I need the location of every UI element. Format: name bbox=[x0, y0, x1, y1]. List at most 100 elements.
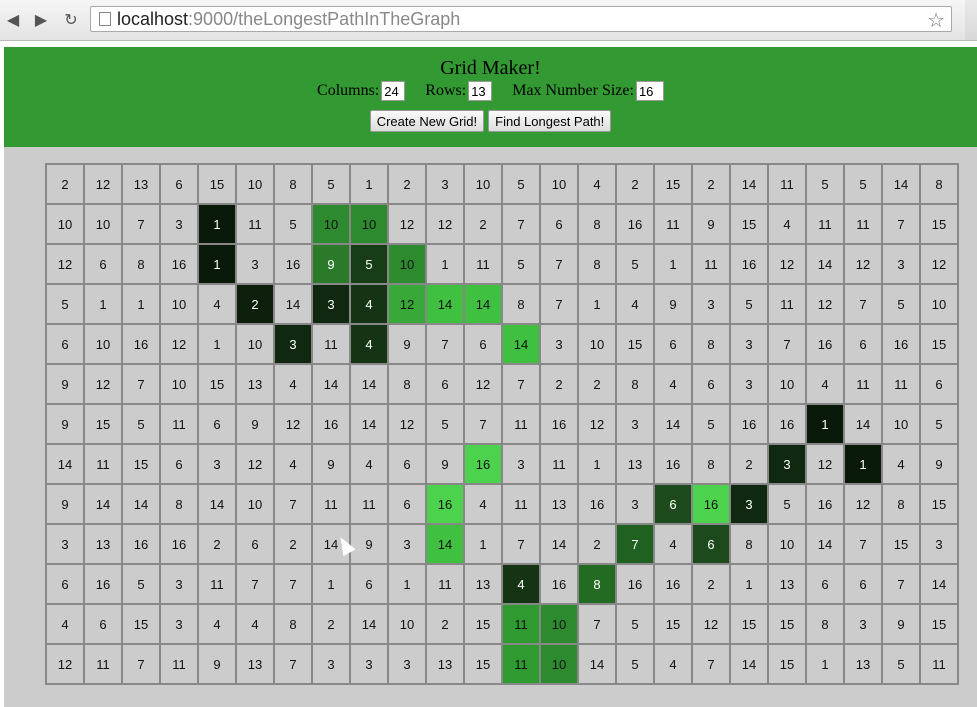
grid-cell: 14 bbox=[46, 444, 84, 484]
grid-cell: 5 bbox=[502, 244, 540, 284]
grid-cell: 5 bbox=[616, 644, 654, 684]
grid-cell: 11 bbox=[844, 364, 882, 404]
grid-cell: 4 bbox=[806, 364, 844, 404]
grid-cell: 9 bbox=[692, 204, 730, 244]
grid-cell: 11 bbox=[920, 644, 958, 684]
grid-cell: 16 bbox=[464, 444, 502, 484]
grid-cell: 1 bbox=[578, 284, 616, 324]
grid-cell: 4 bbox=[502, 564, 540, 604]
page-icon bbox=[99, 12, 111, 26]
grid-cell: 11 bbox=[236, 204, 274, 244]
url-port: :9000 bbox=[188, 8, 234, 29]
grid-cell: 12 bbox=[84, 164, 122, 204]
grid-cell: 16 bbox=[616, 204, 654, 244]
grid-cell: 3 bbox=[388, 524, 426, 564]
grid-cell: 5 bbox=[920, 404, 958, 444]
grid-cell: 4 bbox=[464, 484, 502, 524]
grid-cell: 15 bbox=[198, 164, 236, 204]
grid-cell: 1 bbox=[198, 244, 236, 284]
grid-cell: 11 bbox=[464, 244, 502, 284]
grid-cell: 15 bbox=[84, 404, 122, 444]
grid-cell: 16 bbox=[730, 404, 768, 444]
grid-cell: 16 bbox=[654, 564, 692, 604]
grid-cell: 1 bbox=[464, 524, 502, 564]
grid-cell: 1 bbox=[198, 204, 236, 244]
grid-cell: 3 bbox=[312, 644, 350, 684]
grid-cell: 14 bbox=[730, 644, 768, 684]
grid-cell: 1 bbox=[426, 244, 464, 284]
grid-cell: 1 bbox=[84, 284, 122, 324]
grid-cell: 8 bbox=[616, 364, 654, 404]
grid-cell: 9 bbox=[312, 244, 350, 284]
grid-cell: 14 bbox=[502, 324, 540, 364]
grid-cell: 3 bbox=[198, 444, 236, 484]
grid-cell: 7 bbox=[844, 524, 882, 564]
grid-cell: 15 bbox=[768, 644, 806, 684]
grid-cell: 10 bbox=[84, 324, 122, 364]
grid-cell: 3 bbox=[160, 564, 198, 604]
grid-cell: 5 bbox=[122, 564, 160, 604]
grid-cell: 7 bbox=[768, 324, 806, 364]
grid-cell: 12 bbox=[464, 364, 502, 404]
address-bar[interactable]: localhost:9000/theLongestPathInTheGraph … bbox=[90, 6, 952, 32]
grid-cell: 2 bbox=[464, 204, 502, 244]
grid-cell: 10 bbox=[84, 204, 122, 244]
grid-cell: 11 bbox=[312, 324, 350, 364]
grid-cell: 11 bbox=[350, 484, 388, 524]
grid-cell: 9 bbox=[198, 644, 236, 684]
columns-input[interactable] bbox=[381, 81, 406, 101]
bookmark-star-icon[interactable]: ☆ bbox=[927, 8, 945, 32]
grid-cell: 11 bbox=[84, 644, 122, 684]
grid-cell: 15 bbox=[882, 524, 920, 564]
grid-cell: 6 bbox=[84, 604, 122, 644]
grid-cell: 4 bbox=[768, 204, 806, 244]
grid-maker-header: Grid Maker! Columns: Rows: Max Number Si… bbox=[4, 47, 977, 147]
create-new-grid-button[interactable]: Create New Grid! bbox=[369, 110, 485, 132]
grid-cell: 5 bbox=[844, 164, 882, 204]
grid-cell: 14 bbox=[312, 364, 350, 404]
grid-cell: 6 bbox=[920, 364, 958, 404]
grid-cell: 5 bbox=[274, 204, 312, 244]
grid-cell: 3 bbox=[388, 644, 426, 684]
grid-cell: 6 bbox=[844, 564, 882, 604]
grid-cell: 15 bbox=[654, 164, 692, 204]
grid-cell: 7 bbox=[540, 244, 578, 284]
grid-cell: 12 bbox=[388, 404, 426, 444]
grid-cell: 3 bbox=[768, 444, 806, 484]
grid-cell: 3 bbox=[350, 644, 388, 684]
grid-cell: 4 bbox=[46, 604, 84, 644]
grid-cell: 3 bbox=[46, 524, 84, 564]
grid-cell: 11 bbox=[692, 244, 730, 284]
grid-cell: 3 bbox=[616, 484, 654, 524]
grid-cell: 4 bbox=[274, 364, 312, 404]
reload-icon[interactable]: ↻ bbox=[60, 8, 82, 30]
find-longest-path-button[interactable]: Find Longest Path! bbox=[488, 110, 612, 132]
number-grid: 2 12 13 6 15 10 8 5 1 2 3 10 5 10 4 2 15 2 14 11 5 5 14 8 10 10 7 3… bbox=[45, 163, 959, 685]
grid-cell: 11 bbox=[654, 204, 692, 244]
grid-cell: 4 bbox=[350, 284, 388, 324]
grid-cell: 3 bbox=[730, 364, 768, 404]
grid-cell: 3 bbox=[160, 204, 198, 244]
grid-cell: 5 bbox=[312, 164, 350, 204]
grid-cell: 12 bbox=[84, 364, 122, 404]
grid-cell: 7 bbox=[274, 564, 312, 604]
back-arrow-icon[interactable]: ◀ bbox=[2, 8, 24, 30]
grid-cell: 12 bbox=[844, 484, 882, 524]
grid-cell: 6 bbox=[84, 244, 122, 284]
grid-cell: 14 bbox=[806, 524, 844, 564]
grid-cell: 8 bbox=[122, 244, 160, 284]
forward-arrow-icon[interactable]: ▶ bbox=[30, 8, 52, 30]
grid-cell: 3 bbox=[540, 324, 578, 364]
grid-cell: 6 bbox=[46, 324, 84, 364]
grid-cell: 7 bbox=[502, 204, 540, 244]
grid-cell: 14 bbox=[84, 484, 122, 524]
grid-cell: 7 bbox=[502, 524, 540, 564]
grid-cell: 14 bbox=[730, 164, 768, 204]
grid-cell: 7 bbox=[882, 564, 920, 604]
grid-cell: 11 bbox=[844, 204, 882, 244]
grid-cell: 14 bbox=[198, 484, 236, 524]
grid-cell: 7 bbox=[540, 284, 578, 324]
grid-cell: 12 bbox=[388, 284, 426, 324]
max-number-input[interactable] bbox=[635, 81, 664, 101]
rows-input[interactable] bbox=[468, 81, 493, 101]
